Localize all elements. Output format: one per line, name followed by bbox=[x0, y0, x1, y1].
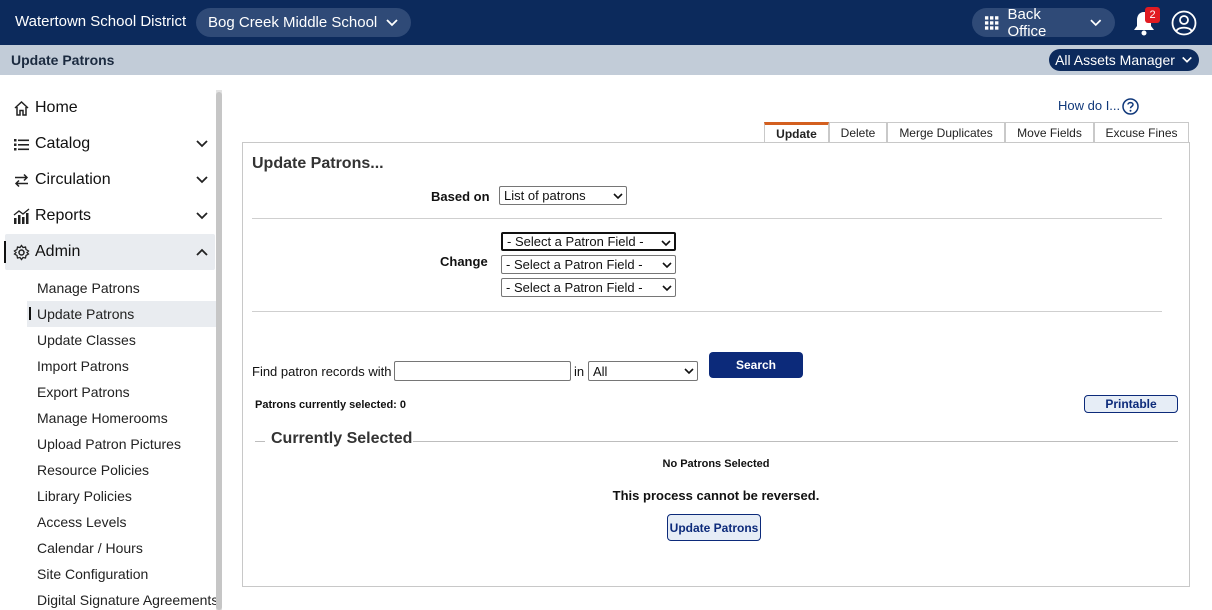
printable-button[interactable]: Printable bbox=[1084, 395, 1178, 413]
sidebar-scrollbar-thumb[interactable] bbox=[216, 92, 222, 610]
search-field-select[interactable]: All bbox=[588, 361, 698, 381]
top-bar: Watertown School District Bog Creek Midd… bbox=[0, 0, 1212, 45]
admin-item-resource-policies[interactable]: Resource Policies bbox=[37, 462, 149, 478]
find-input[interactable] bbox=[394, 361, 571, 381]
tab-excuse-fines[interactable]: Excuse Fines bbox=[1094, 122, 1189, 143]
patron-field-select-1[interactable]: - Select a Patron Field - bbox=[501, 232, 676, 251]
sidebar-item-label: Home bbox=[35, 99, 78, 116]
office-name: Back Office bbox=[1007, 5, 1047, 40]
home-icon bbox=[14, 100, 29, 116]
gear-icon bbox=[13, 243, 30, 261]
sidebar-item-label: Reports bbox=[35, 207, 92, 224]
sidebar: Home Catalog Circulation Reports Admin M… bbox=[0, 75, 222, 610]
school-selector[interactable]: Bog Creek Middle School bbox=[196, 8, 412, 37]
divider bbox=[252, 311, 1162, 312]
chevron-down-icon bbox=[661, 240, 671, 247]
patron-field-value: - Select a Patron Field - bbox=[506, 257, 643, 272]
admin-item-manage-homerooms[interactable]: Manage Homerooms bbox=[37, 410, 168, 426]
notification-badge: 2 bbox=[1145, 7, 1160, 23]
sidebar-item-catalog[interactable]: Catalog bbox=[5, 126, 215, 162]
sidebar-item-home[interactable]: Home bbox=[5, 90, 215, 126]
tab-move-fields[interactable]: Move Fields bbox=[1005, 122, 1094, 143]
no-patrons-message: No Patrons Selected bbox=[662, 458, 770, 470]
chevron-down-icon bbox=[662, 285, 672, 292]
school-name: Bog Creek Middle School bbox=[208, 14, 378, 31]
sidebar-item-reports[interactable]: Reports bbox=[5, 198, 215, 234]
tab-merge-duplicates[interactable]: Merge Duplicates bbox=[887, 122, 1005, 143]
sidebar-item-admin[interactable]: Admin bbox=[4, 234, 215, 270]
based-on-value: List of patrons bbox=[504, 188, 586, 203]
patron-field-value: - Select a Patron Field - bbox=[507, 234, 644, 249]
in-label: in bbox=[574, 364, 585, 379]
chevron-down-icon bbox=[1182, 56, 1192, 63]
role-selector[interactable]: All Assets Manager bbox=[1049, 49, 1199, 71]
help-icon[interactable] bbox=[1122, 98, 1139, 115]
page-header-bar: Update Patrons All Assets Manager bbox=[0, 45, 1212, 75]
chevron-down-icon bbox=[662, 262, 672, 269]
chevron-down-icon bbox=[196, 140, 208, 148]
selected-count: Patrons currently selected: 0 bbox=[255, 399, 407, 411]
divider bbox=[252, 218, 1162, 219]
grid-icon bbox=[984, 15, 999, 30]
chevron-down-icon bbox=[386, 18, 398, 26]
patron-field-select-3[interactable]: - Select a Patron Field - bbox=[501, 278, 676, 297]
office-selector[interactable]: Back Office bbox=[972, 5, 1115, 40]
chevron-up-icon bbox=[196, 248, 208, 256]
admin-item-digital-signature-agreements[interactable]: Digital Signature Agreements bbox=[37, 592, 218, 608]
panel-title: Update Patrons... bbox=[252, 155, 384, 172]
selected-item-marker bbox=[29, 307, 31, 320]
sidebar-item-label: Admin bbox=[35, 243, 81, 260]
chevron-down-icon bbox=[1090, 18, 1102, 26]
tab-delete[interactable]: Delete bbox=[829, 122, 887, 143]
update-patrons-panel: Update Patrons... Based on List of patro… bbox=[242, 142, 1190, 587]
admin-item-update-patrons[interactable]: Update Patrons bbox=[37, 306, 134, 322]
chevron-down-icon bbox=[196, 212, 208, 220]
chevron-down-icon bbox=[613, 193, 623, 200]
role-name: All Assets Manager bbox=[1055, 52, 1175, 68]
irreversible-warning: This process cannot be reversed. bbox=[612, 488, 820, 503]
chevron-down-icon bbox=[196, 176, 208, 184]
admin-item-calendar-hours[interactable]: Calendar / Hours bbox=[37, 540, 143, 556]
user-avatar-icon[interactable] bbox=[1171, 10, 1197, 36]
fieldset-border bbox=[413, 441, 1178, 442]
patron-field-select-2[interactable]: - Select a Patron Field - bbox=[501, 255, 676, 274]
sidebar-item-circulation[interactable]: Circulation bbox=[5, 162, 215, 198]
admin-item-manage-patrons[interactable]: Manage Patrons bbox=[37, 280, 140, 296]
swap-icon bbox=[14, 173, 29, 187]
page-title: Update Patrons bbox=[11, 52, 115, 68]
admin-item-site-configuration[interactable]: Site Configuration bbox=[37, 566, 148, 582]
list-icon bbox=[14, 138, 29, 150]
patron-field-value: - Select a Patron Field - bbox=[506, 280, 643, 295]
chevron-down-icon bbox=[684, 368, 694, 375]
admin-item-library-policies[interactable]: Library Policies bbox=[37, 488, 132, 504]
sidebar-item-label: Catalog bbox=[35, 135, 91, 152]
admin-item-update-classes[interactable]: Update Classes bbox=[37, 332, 136, 348]
based-on-label: Based on bbox=[431, 189, 490, 204]
tab-bar: Update Delete Merge Duplicates Move Fiel… bbox=[764, 122, 1189, 143]
fieldset-border bbox=[255, 441, 265, 442]
change-label: Change bbox=[440, 254, 488, 269]
update-patrons-button[interactable]: Update Patrons bbox=[667, 514, 761, 541]
currently-selected-title: Currently Selected bbox=[271, 430, 413, 447]
based-on-select[interactable]: List of patrons bbox=[499, 186, 627, 205]
admin-item-access-levels[interactable]: Access Levels bbox=[37, 514, 126, 530]
sidebar-item-label: Circulation bbox=[35, 171, 111, 188]
admin-item-import-patrons[interactable]: Import Patrons bbox=[37, 358, 129, 374]
chart-icon bbox=[13, 208, 30, 224]
search-button[interactable]: Search bbox=[709, 352, 803, 378]
how-do-i-link[interactable]: How do I... bbox=[1058, 98, 1120, 113]
admin-item-upload-patron-pictures[interactable]: Upload Patron Pictures bbox=[37, 436, 181, 452]
admin-item-export-patrons[interactable]: Export Patrons bbox=[37, 384, 130, 400]
find-label: Find patron records with bbox=[252, 364, 392, 379]
district-name: Watertown School District bbox=[15, 13, 187, 30]
tab-update[interactable]: Update bbox=[764, 122, 829, 143]
search-field-value: All bbox=[593, 363, 608, 379]
